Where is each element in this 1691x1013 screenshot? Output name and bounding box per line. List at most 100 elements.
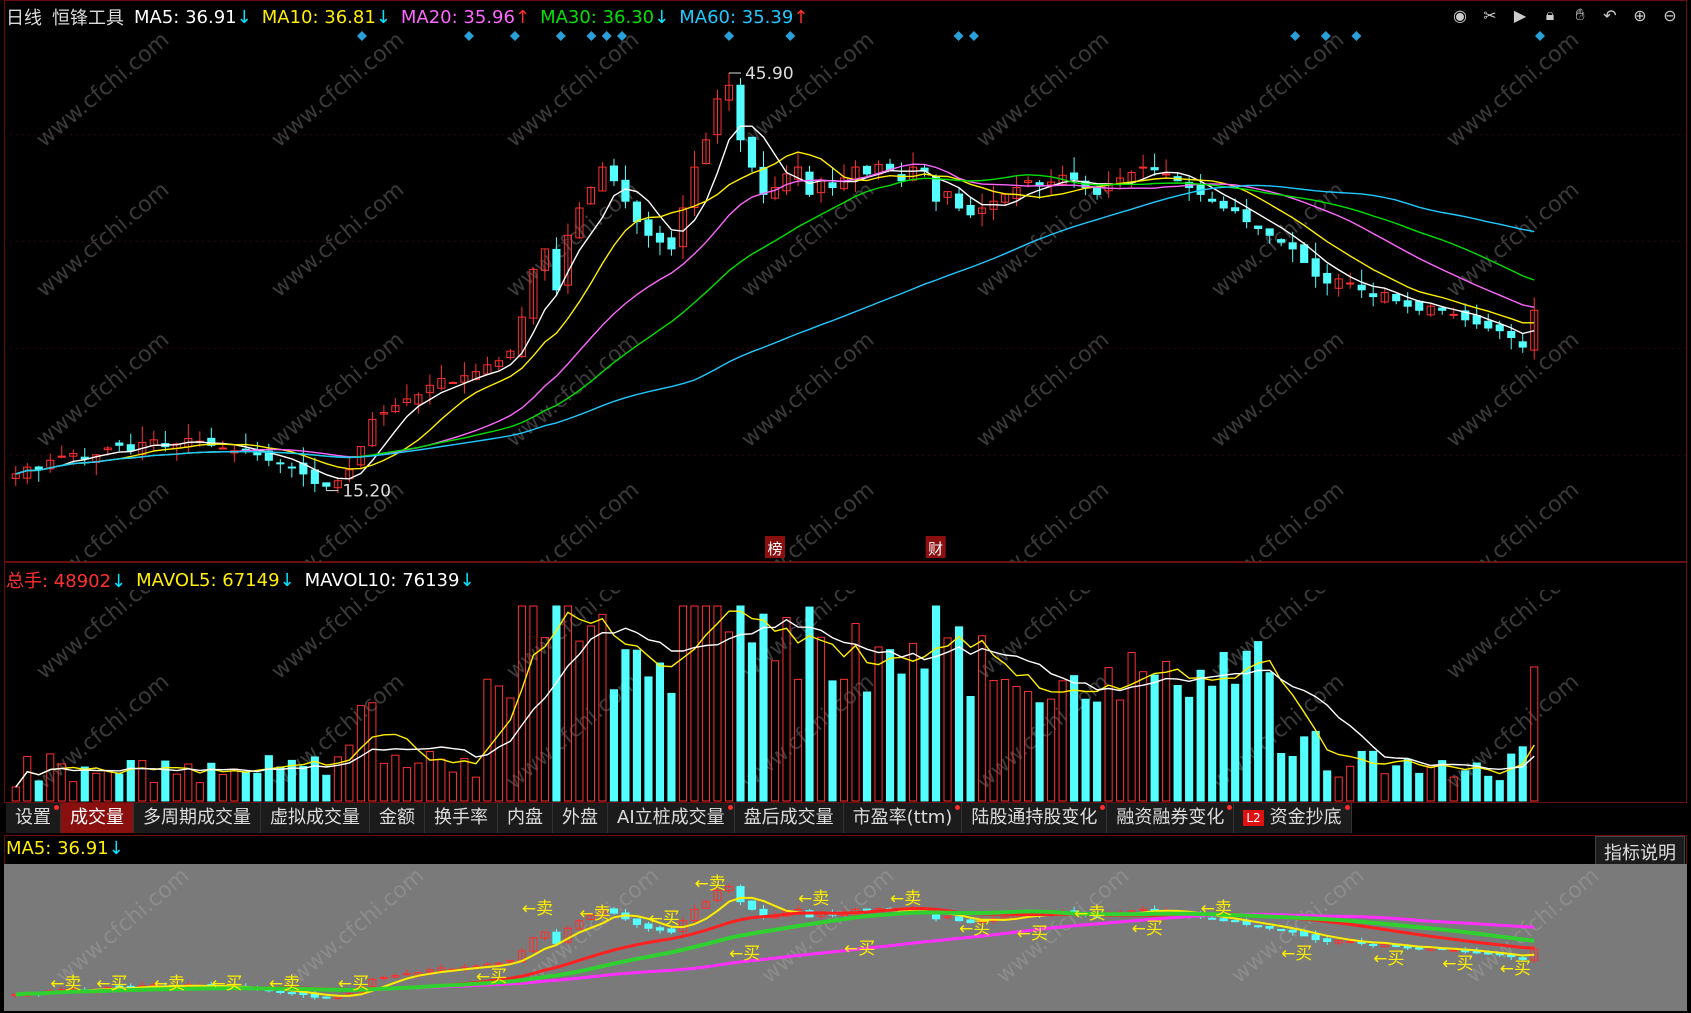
candle-body: [966, 204, 975, 216]
ma60-label: MA60: 35.39: [679, 6, 794, 28]
volume-bar: [138, 760, 147, 802]
tab-capital-bottom[interactable]: L2 资金抄底: [1234, 803, 1352, 833]
candle-body: [747, 136, 757, 168]
candle-body: [1403, 300, 1412, 307]
ma20-arrow: ↑: [514, 6, 531, 28]
volume-bar: [1208, 685, 1217, 802]
volume-chart[interactable]: www.cfchi.com www.cfchi.com www.cfchi.com w…: [4, 590, 1687, 802]
volume-bar: [1380, 773, 1389, 802]
volume-bar: [1093, 701, 1102, 802]
volume-bar: [943, 637, 952, 802]
volume-bar: [759, 613, 768, 802]
candle-body: [1484, 320, 1493, 329]
tab-margin-change[interactable]: 融资融券变化: [1107, 803, 1235, 833]
watermark-text: www.cfchi.com: [1442, 327, 1584, 452]
indicator-chart[interactable]: www.cfchi.com www.cfchi.com www.cfchi.com w…: [4, 864, 1687, 1011]
hand-icon[interactable]: ✋︎: [1569, 4, 1591, 26]
watermark-text: www.cfchi.com: [1207, 327, 1349, 452]
volume-bar: [1495, 780, 1504, 802]
tab-after-hours-volume[interactable]: 盘后成交量: [734, 803, 844, 833]
watermark-text: www.cfchi.com: [1442, 177, 1584, 302]
volume-bar: [322, 774, 331, 802]
volume-bar: [609, 689, 619, 802]
ma5-label: MA5: 36.91: [134, 6, 237, 28]
tab-amount[interactable]: 金额: [370, 803, 425, 833]
candle-body: [1507, 330, 1516, 339]
trade-signal: ←买: [1373, 949, 1404, 969]
watermark-text: www.cfchi.com: [32, 477, 174, 562]
candle-body: [1219, 200, 1228, 209]
trade-signal: ←卖: [1074, 904, 1105, 924]
volume-bar: [1185, 696, 1194, 802]
tab-pe-ttm[interactable]: 市盈率(ttm): [843, 803, 963, 833]
watermark-text: www.cfchi.com: [972, 590, 1114, 685]
tab-outer-volume-label: 外盘: [562, 807, 598, 828]
volume-bar: [1334, 776, 1343, 802]
volume-bar: [828, 680, 837, 802]
volume-bar: [1116, 699, 1125, 802]
trade-signal: ←卖: [694, 874, 725, 894]
tab-inner-volume[interactable]: 内盘: [498, 803, 553, 833]
volume-bar: [1346, 765, 1355, 802]
price-chart[interactable]: www.cfchi.com www.cfchi.com www.cfchi.com w…: [4, 28, 1687, 562]
indicator-candle-body: [1323, 938, 1332, 942]
event-badge: 榜: [767, 540, 782, 558]
volume-bar: [621, 649, 630, 802]
mavol10-value: MAVOL10: 76139↓: [305, 570, 475, 591]
tab-ai-volume[interactable]: AI立桩成交量: [608, 803, 735, 833]
event-diamond: [356, 31, 367, 41]
watermark-text: www.cfchi.com: [737, 28, 879, 153]
ma20-label: MA20: 35.96: [400, 6, 515, 28]
trade-signal: ←买: [96, 974, 127, 994]
volume-bar: [379, 762, 388, 802]
volume-bar: [1472, 762, 1481, 802]
indicator-candle-body: [1231, 920, 1240, 923]
low-label: 15.20: [342, 482, 391, 502]
volume-bar: [437, 758, 446, 802]
tab-virtual-volume[interactable]: 虚拟成交量: [261, 803, 370, 833]
volume-bar: [954, 626, 964, 802]
watermark-text: www.cfchi.com: [1442, 28, 1584, 153]
tab-outer-volume[interactable]: 外盘: [553, 803, 608, 833]
candle-body: [1438, 307, 1447, 311]
volume-bar: [1254, 641, 1263, 802]
lock-icon[interactable]: 🔒︎: [1539, 4, 1561, 26]
volume-bar: [1277, 753, 1286, 802]
volume-bar: [80, 766, 89, 802]
watermark-text: www.cfchi.com: [267, 28, 409, 153]
candle-body: [736, 84, 745, 141]
volume-bar: [483, 678, 492, 802]
volume-bar: [1231, 683, 1240, 802]
mavol5-value: MAVOL5: 67149↓: [136, 570, 294, 591]
zoom-out-icon[interactable]: ⊖: [1659, 4, 1681, 26]
volume-bar: [632, 649, 642, 802]
event-diamond: [586, 31, 597, 41]
volume-bar: [1150, 674, 1159, 802]
volume-bar: [724, 631, 734, 802]
tab-settings[interactable]: 设置: [6, 803, 61, 833]
indicator-candle-body: [747, 900, 757, 910]
tab-multi-period-volume[interactable]: 多周期成交量: [134, 803, 261, 833]
tab-northbound-holding[interactable]: 陆股通持股变化: [962, 803, 1108, 833]
tab-capital-bottom-label: 资金抄底: [1269, 807, 1342, 828]
indicator-candle-body: [632, 918, 642, 925]
eye-icon[interactable]: ◉: [1449, 4, 1471, 26]
candle-body: [1265, 228, 1274, 236]
candle-body: [218, 447, 227, 450]
tab-volume[interactable]: 成交量: [61, 803, 134, 833]
trade-signal: ←买: [1500, 959, 1531, 979]
watermark-text: www.cfchi.com: [32, 669, 174, 794]
indicator-legend: MA5: 36.91↓: [6, 838, 124, 859]
play-icon[interactable]: ▶: [1509, 4, 1531, 26]
scissors-icon[interactable]: ✂: [1479, 4, 1501, 26]
watermark-text: www.cfchi.com: [32, 327, 174, 452]
indicator-candle-body: [1265, 925, 1274, 929]
tab-turnover[interactable]: 换手率: [425, 803, 498, 833]
tab-northbound-holding-label: 陆股通持股变化: [971, 807, 1098, 828]
volume-bar: [218, 773, 227, 802]
undo-icon[interactable]: ↶: [1599, 4, 1621, 26]
zoom-in-icon[interactable]: ⊕: [1629, 4, 1651, 26]
indicator-candle-body: [1311, 934, 1320, 941]
volume-bar: [885, 649, 895, 802]
candle-body: [310, 469, 319, 484]
